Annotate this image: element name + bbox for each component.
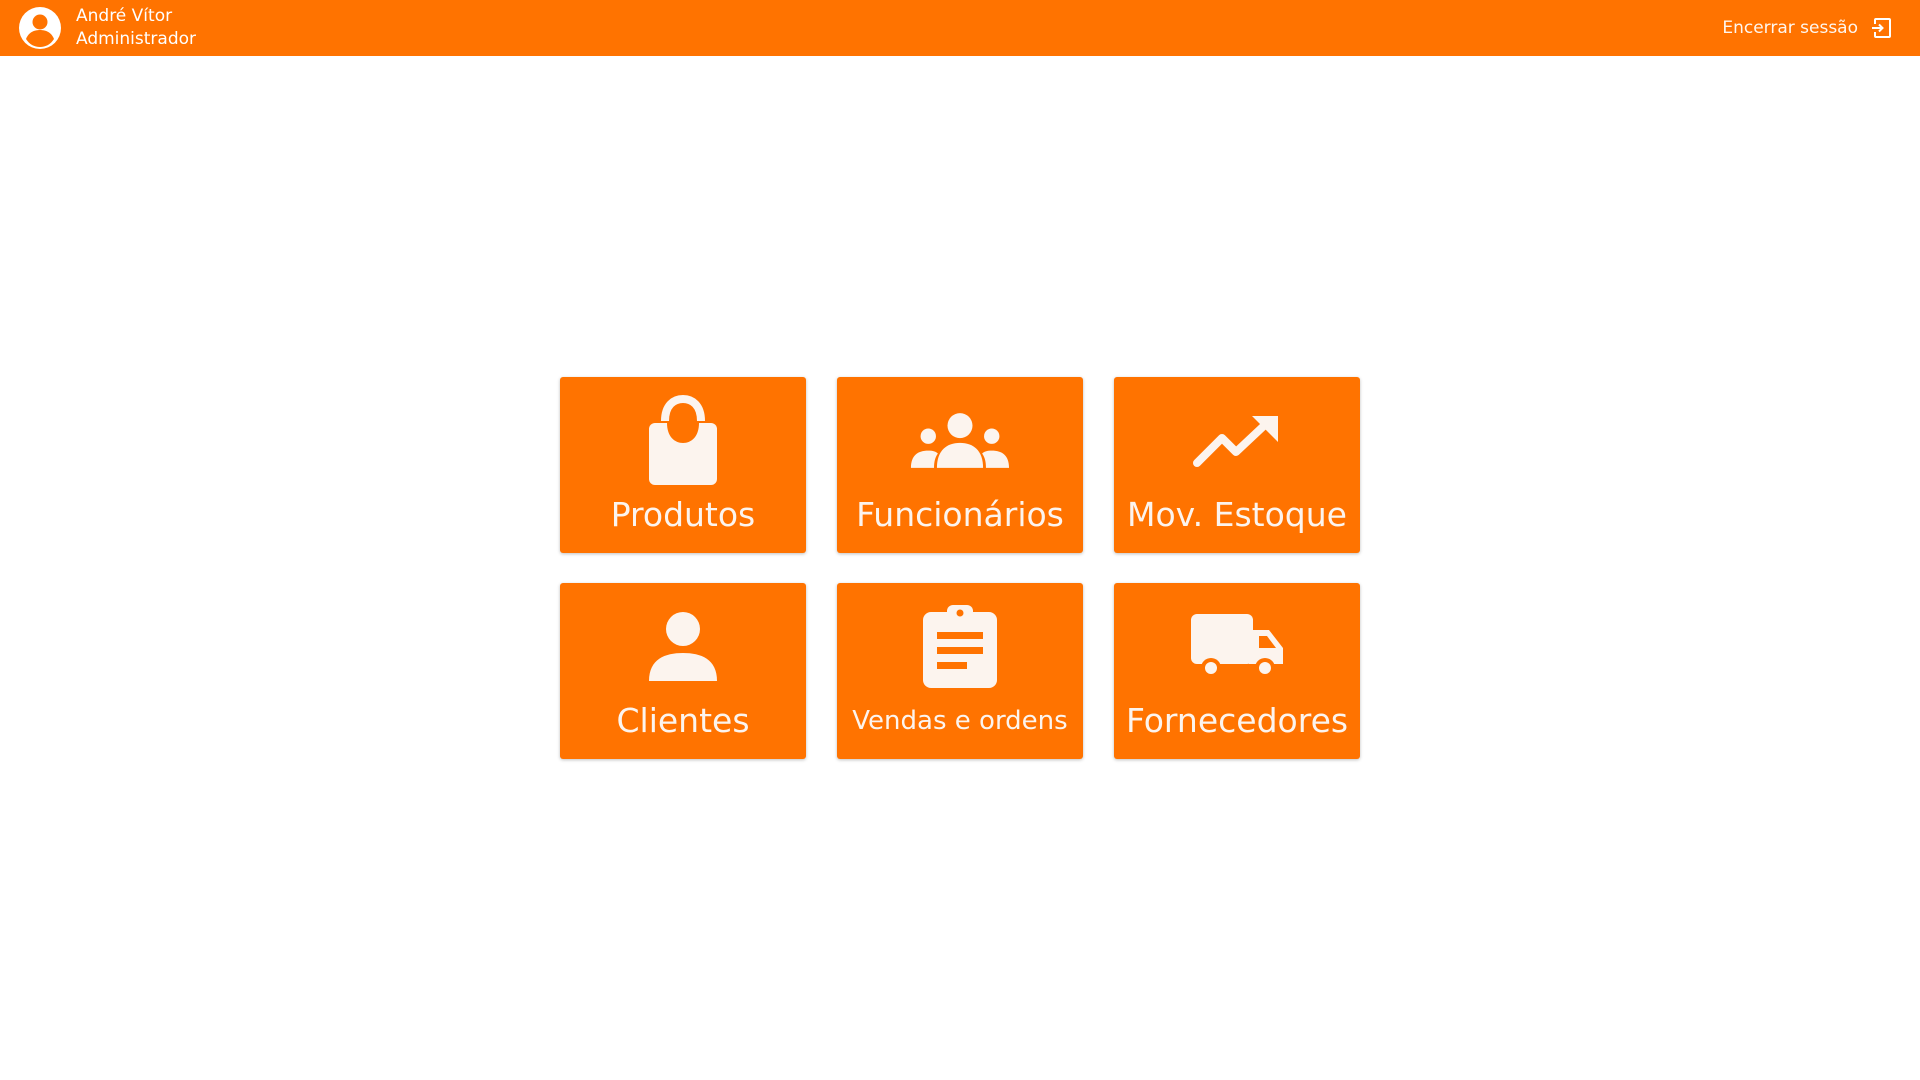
truck-icon [1187,597,1287,697]
tile-fornecedores[interactable]: Fornecedores [1114,583,1360,759]
logout-label: Encerrar sessão [1722,18,1858,38]
tile-clientes[interactable]: Clientes [560,583,806,759]
clipboard-icon [910,597,1010,697]
tile-label: Produtos [610,495,756,534]
logout-icon [1858,17,1892,39]
tile-label: Fornecedores [1125,701,1349,740]
trending-up-icon [1187,391,1287,491]
user-name: André Vítor [76,6,173,26]
logout-button[interactable]: Encerrar sessão [1722,12,1892,44]
tile-produtos[interactable]: Produtos [560,377,806,553]
shopping-bag-icon [633,391,733,491]
person-icon [633,597,733,697]
tile-mov-estoque[interactable]: Mov. Estoque [1114,377,1360,553]
tile-label: Vendas e ordens [852,706,1068,736]
tile-label: Funcionários [856,495,1064,534]
top-app-bar: André Vítor Administrador Encerrar sessã… [0,0,1920,56]
tile-vendas-ordens[interactable]: Vendas e ordens [837,583,1083,759]
tile-label: Clientes [616,701,750,740]
user-info: André Vítor Administrador [18,6,196,50]
user-role: Administrador [76,29,197,49]
tile-label: Mov. Estoque [1127,495,1347,534]
module-grid: Produtos Funcionários Mov. Estoque Clien… [560,377,1360,759]
group-icon [910,391,1010,491]
tile-funcionarios[interactable]: Funcionários [837,377,1083,553]
account-circle-icon [18,6,62,50]
